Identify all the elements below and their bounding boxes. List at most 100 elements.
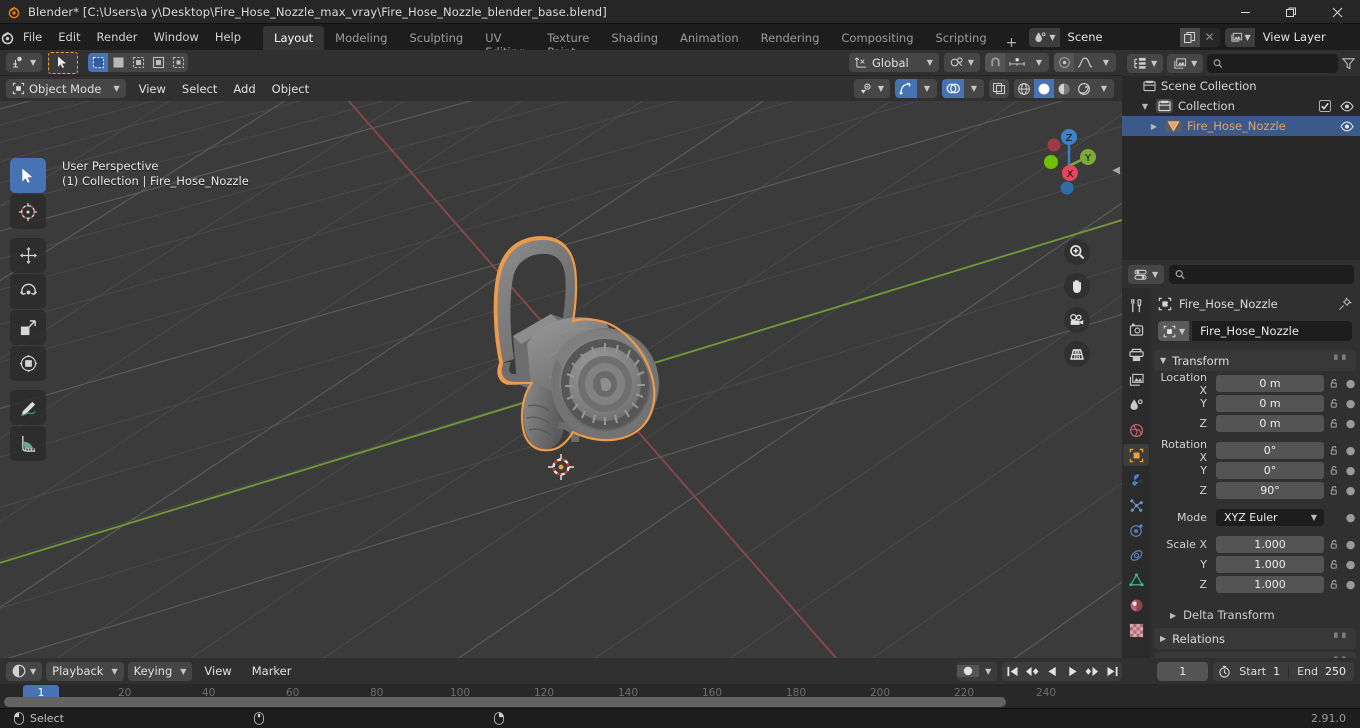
outliner-filter-icon[interactable] bbox=[1342, 57, 1355, 70]
close-button[interactable] bbox=[1314, 0, 1360, 24]
blender-menu-icon[interactable] bbox=[0, 30, 15, 45]
play-reverse-button[interactable] bbox=[1042, 662, 1062, 681]
lock-icon[interactable] bbox=[1328, 539, 1341, 550]
properties-search-input[interactable] bbox=[1190, 267, 1348, 281]
play-button[interactable] bbox=[1062, 662, 1082, 681]
material-shading-icon[interactable] bbox=[1054, 79, 1074, 98]
sidebar-collapse-arrow[interactable]: ◀ bbox=[1112, 165, 1120, 176]
material-tab-icon[interactable] bbox=[1123, 594, 1149, 616]
chevron-down-icon[interactable]: ▼ bbox=[1094, 79, 1114, 98]
object-id-icon[interactable]: ▼ bbox=[1158, 321, 1190, 341]
select-intersect-icon[interactable] bbox=[168, 53, 188, 72]
animate-property-icon[interactable]: ● bbox=[1345, 559, 1356, 570]
menu-edit[interactable]: Edit bbox=[50, 27, 88, 48]
eye-icon[interactable] bbox=[1340, 121, 1354, 132]
animate-property-icon[interactable]: ● bbox=[1345, 485, 1356, 496]
menu-file[interactable]: File bbox=[15, 27, 50, 48]
xray-icon[interactable] bbox=[989, 79, 1009, 98]
maximize-button[interactable] bbox=[1268, 0, 1314, 24]
physics-tab-icon[interactable] bbox=[1123, 519, 1149, 541]
relations-panel[interactable]: ▶ Relations ▘▘ bbox=[1154, 628, 1356, 649]
jump-to-end-button[interactable] bbox=[1102, 662, 1122, 681]
particles-tab-icon[interactable] bbox=[1123, 494, 1149, 516]
menu-window[interactable]: Window bbox=[145, 27, 206, 48]
camera-view-icon[interactable] bbox=[1064, 307, 1090, 333]
tab-animation[interactable]: Animation bbox=[669, 26, 750, 50]
scale-y-value[interactable]: 1.000 bbox=[1216, 556, 1324, 573]
location-z-value[interactable]: 0 m bbox=[1216, 415, 1324, 432]
object-data-tab-icon[interactable] bbox=[1123, 569, 1149, 591]
constraints-tab-icon[interactable] bbox=[1123, 544, 1149, 566]
timeline-ruler[interactable]: 20 40 60 80 100 120 140 160 180 200 220 … bbox=[0, 684, 1360, 708]
tweak-tool-icon[interactable] bbox=[10, 158, 46, 193]
animate-property-icon[interactable]: ● bbox=[1345, 579, 1356, 590]
animate-property-icon[interactable]: ● bbox=[1345, 398, 1356, 409]
viewport-menu-add[interactable]: Add bbox=[225, 79, 263, 98]
annotate-tool-icon[interactable] bbox=[10, 390, 46, 425]
fire-hose-nozzle-model[interactable] bbox=[455, 226, 705, 496]
chevron-down-icon[interactable]: ▼ bbox=[979, 667, 997, 676]
object-tab-icon[interactable] bbox=[1123, 444, 1149, 466]
orthographic-toggle-icon[interactable] bbox=[1064, 341, 1090, 367]
rotation-x-value[interactable]: 0° bbox=[1216, 442, 1324, 459]
properties-editor-type-button[interactable]: ▼ bbox=[1128, 264, 1165, 284]
lock-icon[interactable] bbox=[1328, 418, 1341, 429]
overlays-icon[interactable] bbox=[942, 79, 964, 98]
tab-uv-editing[interactable]: UV Editing bbox=[474, 26, 536, 59]
tab-compositing[interactable]: Compositing bbox=[830, 26, 924, 50]
current-frame-field[interactable]: 1 bbox=[1157, 661, 1209, 681]
select-set-icon[interactable] bbox=[88, 53, 109, 72]
object-name-field[interactable]: Fire_Hose_Nozzle bbox=[1192, 321, 1352, 341]
checkbox-icon[interactable] bbox=[1319, 100, 1331, 112]
end-frame-value[interactable]: 250 bbox=[1323, 665, 1354, 678]
viewport-menu-view[interactable]: View bbox=[131, 79, 174, 98]
viewport-menu-select[interactable]: Select bbox=[174, 79, 225, 98]
animate-property-icon[interactable]: ● bbox=[1345, 465, 1356, 476]
lock-icon[interactable] bbox=[1328, 579, 1341, 590]
animate-property-icon[interactable]: ● bbox=[1345, 539, 1356, 550]
eye-icon[interactable] bbox=[1340, 101, 1354, 112]
jump-to-start-button[interactable] bbox=[1002, 662, 1022, 681]
outliner-row-collection[interactable]: ▼ Collection bbox=[1122, 96, 1360, 116]
snap-increment-icon[interactable] bbox=[1005, 53, 1029, 72]
tab-rendering[interactable]: Rendering bbox=[750, 26, 831, 50]
rotate-tool-icon[interactable] bbox=[10, 274, 46, 309]
transform-tool-icon[interactable] bbox=[10, 346, 46, 381]
rotation-z-value[interactable]: 90° bbox=[1216, 482, 1324, 499]
chevron-down-icon[interactable]: ▼ bbox=[1096, 53, 1116, 72]
tab-texture-paint[interactable]: Texture Paint bbox=[536, 26, 600, 59]
outliner-row-scene-collection[interactable]: Scene Collection bbox=[1122, 76, 1360, 96]
view-layer-tab-icon[interactable] bbox=[1123, 369, 1149, 391]
view-layer-name[interactable]: View Layer bbox=[1254, 27, 1360, 47]
chevron-down-icon[interactable]: ▼ bbox=[1029, 53, 1049, 72]
scene-name[interactable]: Scene bbox=[1059, 27, 1180, 47]
animate-property-icon[interactable]: ● bbox=[1345, 445, 1356, 456]
texture-tab-icon[interactable] bbox=[1123, 619, 1149, 641]
start-frame-value[interactable]: 1 bbox=[1271, 665, 1288, 678]
select-invert-icon[interactable] bbox=[148, 53, 168, 72]
pan-hand-icon[interactable] bbox=[1064, 273, 1090, 299]
scale-x-value[interactable]: 1.000 bbox=[1216, 536, 1324, 553]
outliner-search-box[interactable] bbox=[1207, 53, 1338, 73]
menu-help[interactable]: Help bbox=[207, 27, 249, 48]
view-layer-id-widget[interactable]: ▼ View Layer ✕ bbox=[1224, 27, 1360, 47]
tab-scripting[interactable]: Scripting bbox=[925, 26, 998, 50]
timeline-menu-marker[interactable]: Marker bbox=[244, 662, 300, 681]
lock-icon[interactable] bbox=[1328, 485, 1341, 496]
outliner-search-input[interactable] bbox=[1227, 56, 1332, 70]
lock-icon[interactable] bbox=[1328, 445, 1341, 456]
measure-tool-icon[interactable] bbox=[10, 426, 46, 461]
select-subtract-icon[interactable] bbox=[128, 53, 148, 72]
viewport-menu-object[interactable]: Object bbox=[264, 79, 317, 98]
transform-panel-header[interactable]: ▼ Transform ▘▘ bbox=[1154, 350, 1356, 371]
timeline-editor-type-button[interactable]: ▼ bbox=[6, 661, 43, 681]
cursor-tool-icon[interactable] bbox=[10, 194, 46, 229]
scene-unlink-button[interactable]: ✕ bbox=[1200, 28, 1220, 47]
gizmo-icon[interactable] bbox=[895, 79, 917, 98]
scale-tool-icon[interactable] bbox=[10, 310, 46, 345]
scene-new-button[interactable] bbox=[1179, 27, 1200, 47]
mode-selector[interactable]: Object Mode ▼ bbox=[6, 79, 126, 98]
animate-property-icon[interactable]: ● bbox=[1345, 418, 1356, 429]
record-icon[interactable] bbox=[957, 665, 980, 677]
scene-icon[interactable]: ▼ bbox=[1029, 27, 1060, 47]
